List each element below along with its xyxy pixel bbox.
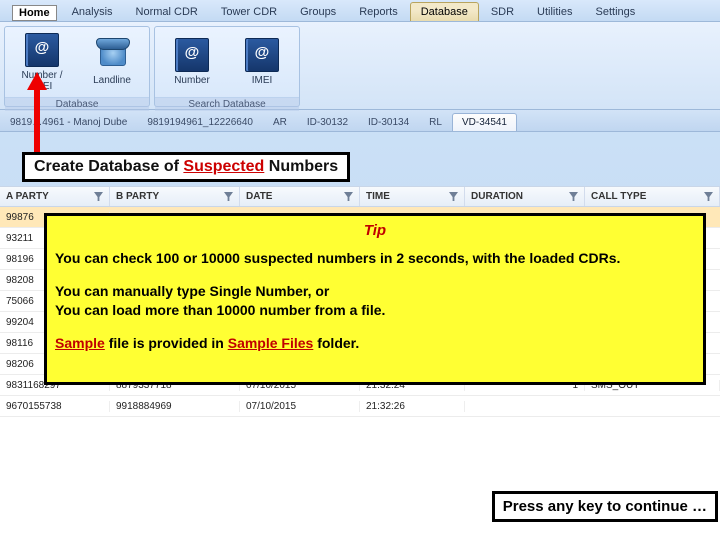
- address-book-icon: [245, 38, 279, 72]
- doc-tab[interactable]: RL: [419, 113, 452, 131]
- col-header-duration[interactable]: DURATION: [465, 187, 585, 206]
- tab-utilities[interactable]: Utilities: [526, 2, 583, 21]
- doc-tab[interactable]: ID-30132: [297, 113, 358, 131]
- create-database-banner: Create Database of Suspected Numbers: [22, 152, 350, 182]
- grid-header-row: A PARTY B PARTY DATE TIME DURATION CALL …: [0, 186, 720, 207]
- tab-normal-cdr[interactable]: Normal CDR: [125, 2, 209, 21]
- cell: 9670155738: [0, 401, 110, 412]
- arrow-indicator-icon: [34, 72, 40, 156]
- tip-line: You can check 100 or 10000 suspected num…: [55, 249, 695, 268]
- tip-title: Tip: [55, 221, 695, 241]
- ribbon-btn-label: IMEI: [252, 75, 273, 86]
- ribbon-btn-search-imei[interactable]: IMEI: [231, 30, 293, 94]
- cell: 21:32:26: [360, 401, 465, 412]
- address-book-icon: [175, 38, 209, 72]
- col-header-bparty[interactable]: B PARTY: [110, 187, 240, 206]
- tab-groups[interactable]: Groups: [289, 2, 347, 21]
- col-header-calltype[interactable]: CALL TYPE: [585, 187, 720, 206]
- tab-database[interactable]: Database: [410, 2, 479, 21]
- menu-bar: Home Analysis Normal CDR Tower CDR Group…: [0, 0, 720, 22]
- filter-icon[interactable]: [94, 192, 103, 201]
- tab-sdr[interactable]: SDR: [480, 2, 525, 21]
- home-button[interactable]: Home: [12, 5, 57, 21]
- doc-tab[interactable]: ID-30134: [358, 113, 419, 131]
- col-header-time[interactable]: TIME: [360, 187, 465, 206]
- doc-tab[interactable]: 9819194961_12226640: [137, 113, 263, 131]
- tab-analysis[interactable]: Analysis: [61, 2, 124, 21]
- filter-icon[interactable]: [704, 192, 713, 201]
- ribbon-group-database: Number / IMEI Landline Database: [4, 26, 150, 107]
- address-book-icon: [25, 33, 59, 67]
- filter-icon[interactable]: [224, 192, 233, 201]
- doc-tab[interactable]: AR: [263, 113, 297, 131]
- press-key-continue[interactable]: Press any key to continue …: [492, 491, 718, 522]
- filter-icon[interactable]: [449, 192, 458, 201]
- ribbon-group-title: Database: [5, 97, 149, 111]
- tab-reports[interactable]: Reports: [348, 2, 409, 21]
- tip-line: Sample file is provided in Sample Files …: [55, 334, 695, 353]
- ribbon-btn-label: Number: [174, 75, 210, 86]
- tip-overlay: Tip You can check 100 or 10000 suspected…: [44, 213, 706, 385]
- ribbon-group-title: Search Database: [155, 97, 299, 111]
- doc-tab[interactable]: VD-34541: [452, 113, 517, 131]
- banner-text: Create Database of: [34, 158, 183, 175]
- tab-settings[interactable]: Settings: [585, 2, 647, 21]
- ribbon-btn-search-number[interactable]: Number: [161, 30, 223, 94]
- cell: 07/10/2015: [240, 401, 360, 412]
- ribbon: Number / IMEI Landline Database Number I…: [0, 22, 720, 110]
- tip-line: You can manually type Single Number, or …: [55, 282, 695, 320]
- filter-icon[interactable]: [344, 192, 353, 201]
- banner-text: Numbers: [264, 158, 338, 175]
- col-header-aparty[interactable]: A PARTY: [0, 187, 110, 206]
- filter-icon[interactable]: [569, 192, 578, 201]
- ribbon-btn-label: Landline: [93, 75, 131, 86]
- table-row[interactable]: 9670155738991888496907/10/201521:32:26: [0, 396, 720, 417]
- cell: 9918884969: [110, 401, 240, 412]
- phone-icon: [94, 38, 130, 72]
- col-header-date[interactable]: DATE: [240, 187, 360, 206]
- tab-tower-cdr[interactable]: Tower CDR: [210, 2, 288, 21]
- ribbon-group-search: Number IMEI Search Database: [154, 26, 300, 107]
- banner-text-suspected: Suspected: [183, 158, 264, 175]
- doc-tab[interactable]: 9819…4961 - Manoj Dube: [0, 113, 137, 131]
- ribbon-btn-landline[interactable]: Landline: [81, 30, 143, 94]
- document-tabs: 9819…4961 - Manoj Dube 9819194961_122266…: [0, 110, 720, 132]
